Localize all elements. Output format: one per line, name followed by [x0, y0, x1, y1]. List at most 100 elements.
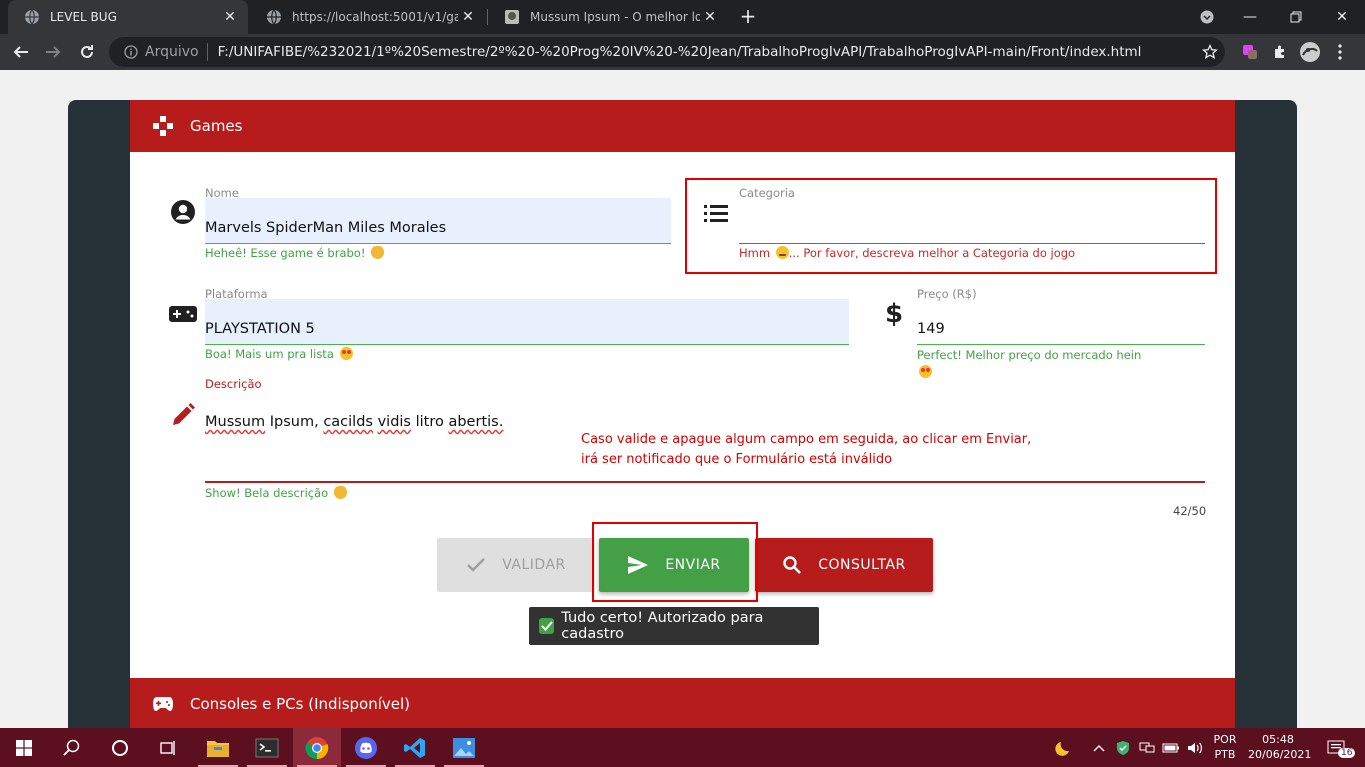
gamepad-icon: [168, 299, 198, 329]
consultar-button[interactable]: CONSULTAR: [755, 538, 933, 592]
system-clock[interactable]: 05:48 20/06/2021: [1248, 732, 1312, 762]
descricao-underline: [205, 481, 1205, 483]
notification-count-badge: 16: [1338, 748, 1356, 758]
pencil-icon: [168, 400, 198, 430]
desc-word: Mussum: [205, 414, 266, 430]
consoles-pcs-title: Consoles e PCs (Indisponível): [190, 695, 411, 713]
language-code: POR: [1213, 733, 1237, 746]
tray-chevron-up-icon[interactable]: [1088, 728, 1110, 767]
tab-mussum-ipsum[interactable]: Mussum Ipsum - O melhor lorem ipsum do m…: [488, 0, 728, 34]
minimize-button[interactable]: —: [1227, 0, 1273, 34]
address-bar[interactable]: Arquivo F:/UNIFAFIBE/%232021/1º%20Semest…: [109, 37, 1225, 67]
clapping-hands-icon: [371, 246, 385, 259]
tab-label: LEVEL BUG: [50, 10, 117, 24]
heart-eyes-icon: [919, 365, 932, 378]
games-header-title: Games: [190, 117, 243, 135]
battery-icon[interactable]: [1160, 728, 1182, 767]
nome-helper-text: Heheê! Esse game é brabo!: [205, 246, 366, 260]
descricao-helper: Show! Bela descrição: [205, 486, 347, 500]
windows-start-icon[interactable]: [0, 728, 48, 767]
reload-icon[interactable]: [74, 39, 100, 65]
bookmark-star-icon[interactable]: [1195, 44, 1225, 60]
account-circle-icon: [168, 197, 198, 227]
validation-note-line2: irá ser notificado que o Formulário está…: [581, 452, 893, 467]
close-window-button[interactable]: ✕: [1319, 0, 1365, 34]
notification-center-icon[interactable]: 16: [1320, 728, 1356, 767]
page-viewport: Games Nome Heheê! Esse game é brabo! Cat…: [0, 70, 1365, 728]
menu-dots-icon[interactable]: [1328, 40, 1352, 64]
extensions-puzzle-icon[interactable]: [1268, 40, 1292, 64]
validar-label: VALIDAR: [502, 557, 566, 573]
success-toast: Tudo certo! Autorizado para cadastro: [529, 607, 819, 645]
night-mode-icon[interactable]: [1050, 728, 1078, 767]
check-box-icon: [539, 618, 555, 634]
profile-avatar[interactable]: [1298, 40, 1322, 64]
nome-helper: Heheê! Esse game é brabo!: [205, 246, 385, 260]
network-icon[interactable]: [1136, 728, 1158, 767]
consultar-label: CONSULTAR: [818, 557, 906, 573]
browser-tab-strip: LEVEL BUG ✕ https://localhost:5001/v1/ga…: [0, 0, 1365, 34]
url-text[interactable]: F:/UNIFAFIBE/%232021/1º%20Semestre/2º%20…: [218, 44, 1195, 60]
cortana-icon[interactable]: [96, 728, 144, 767]
descricao-label: Descrição: [205, 377, 262, 391]
plataforma-input[interactable]: [205, 299, 849, 345]
browser-toolbar: Arquivo F:/UNIFAFIBE/%232021/1º%20Semest…: [0, 34, 1365, 70]
volume-icon[interactable]: [1184, 728, 1206, 767]
validar-button[interactable]: VALIDAR: [437, 538, 595, 592]
security-shield-icon[interactable]: [1112, 728, 1134, 767]
close-tab-icon[interactable]: ✕: [458, 9, 478, 25]
descricao-textarea[interactable]: Mussum Ipsum, cacilds vidis litro aberti…: [205, 414, 503, 430]
task-view-icon[interactable]: [144, 728, 192, 767]
forward-arrow-icon[interactable]: [40, 39, 66, 65]
back-arrow-icon[interactable]: [8, 39, 34, 65]
enviar-annotation-box: [592, 522, 758, 602]
preco-input[interactable]: [917, 299, 1205, 345]
close-tab-icon[interactable]: ✕: [700, 9, 720, 25]
windows-taskbar: POR PTB 05:48 20/06/2021 16: [0, 728, 1365, 767]
tab-level-bug[interactable]: LEVEL BUG ✕: [8, 0, 248, 34]
globe-icon: [266, 9, 282, 25]
discord-icon[interactable]: [342, 728, 390, 767]
categoria-annotation-box: [685, 178, 1217, 274]
validation-note-line1: Caso valide e apague algum campo em segu…: [581, 432, 1032, 447]
gamepad-icon: [148, 696, 178, 712]
chrome-icon[interactable]: [293, 728, 341, 767]
desc-word: vidis: [377, 414, 411, 430]
search-icon: [782, 555, 802, 575]
validation-note: Caso valide e apague algum campo em segu…: [581, 430, 1031, 470]
char-counter: 42/50: [1173, 504, 1207, 518]
desc-word: Ipsum,: [269, 414, 319, 430]
close-tab-icon[interactable]: ✕: [220, 9, 240, 25]
toast-message: Tudo certo! Autorizado para cadastro: [561, 610, 764, 642]
heart-eyes-icon: [339, 347, 353, 360]
preco-helper-text: Perfect! Melhor preço do mercado hein: [917, 348, 1142, 362]
plataforma-helper-text: Boa! Mais um pra lista: [205, 347, 334, 361]
language-indicator[interactable]: POR PTB: [1208, 732, 1242, 762]
vscode-icon[interactable]: [391, 728, 439, 767]
desc-word: litro: [415, 414, 444, 430]
clock-date: 20/06/2021: [1248, 748, 1312, 761]
tab-localhost-games[interactable]: https://localhost:5001/v1/games ✕: [250, 0, 486, 34]
tab-label: https://localhost:5001/v1/games: [292, 10, 458, 24]
photos-icon[interactable]: [440, 728, 488, 767]
restore-button[interactable]: [1273, 0, 1319, 34]
terminal-icon[interactable]: [243, 728, 291, 767]
dollar-icon: $: [884, 299, 904, 329]
file-explorer-icon[interactable]: [194, 728, 242, 767]
consoles-pcs-header[interactable]: Consoles e PCs (Indisponível): [130, 678, 1235, 728]
nome-input[interactable]: [205, 198, 671, 244]
info-icon[interactable]: [117, 45, 145, 59]
new-tab-button[interactable]: +: [737, 6, 759, 28]
keyboard-layout: PTB: [1214, 748, 1236, 761]
tab-search-icon[interactable]: [1184, 0, 1230, 34]
desc-word: cacilds: [323, 414, 373, 430]
preco-helper: Perfect! Melhor preço do mercado hein: [917, 347, 1157, 381]
plataforma-helper: Boa! Mais um pra lista: [205, 347, 353, 361]
clock-time: 05:48: [1262, 733, 1294, 746]
globe-icon: [24, 9, 40, 25]
extension-colorful-icon[interactable]: [1238, 40, 1262, 64]
omnibox-divider: [206, 43, 208, 61]
games-header[interactable]: Games: [130, 100, 1235, 152]
search-icon[interactable]: [48, 728, 96, 767]
tab-label: Mussum Ipsum - O melhor lorem ipsum do m…: [530, 10, 700, 24]
